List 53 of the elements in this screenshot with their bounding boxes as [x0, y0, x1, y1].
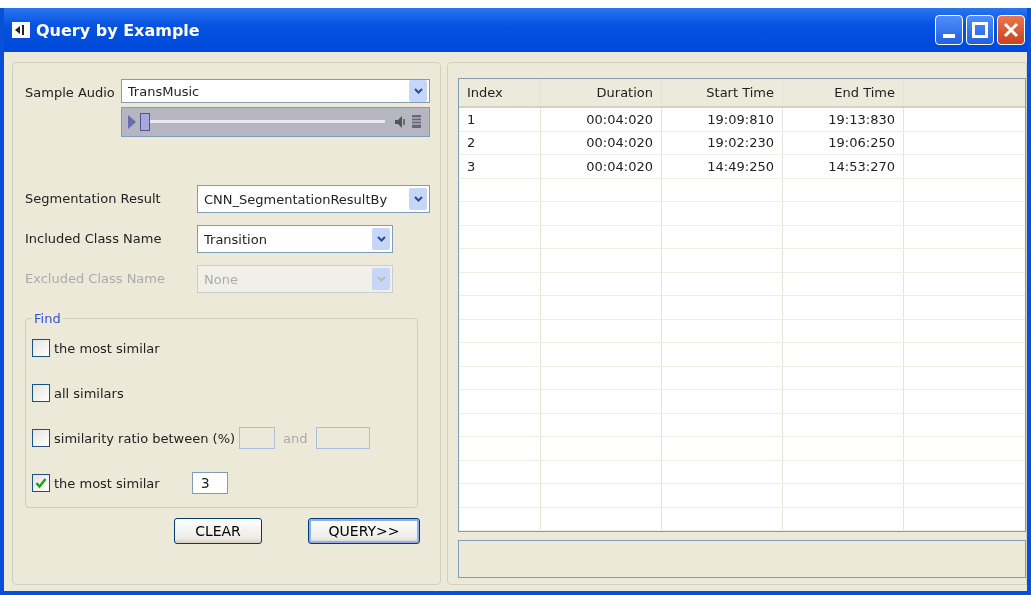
checkbox-label: the most similar [54, 475, 160, 491]
close-button[interactable] [997, 15, 1025, 45]
clear-button[interactable]: CLEAR [174, 518, 262, 544]
table-cell: 14:53:270 [783, 155, 904, 178]
table-cell: 3 [459, 155, 541, 178]
field-label: Segmentation Result [25, 190, 162, 208]
dropdown[interactable]: Transition [197, 225, 393, 253]
play-icon[interactable] [127, 115, 136, 129]
input-field[interactable] [315, 427, 370, 449]
column-header[interactable]: Start Time [662, 79, 783, 106]
field-label: Included Class Name [25, 230, 163, 248]
volume-icon[interactable] [395, 115, 407, 129]
caret-icon [372, 228, 390, 250]
maximize-icon [972, 22, 988, 38]
input-field[interactable]: 3 [191, 472, 228, 494]
table-cell: 19:06:250 [783, 131, 904, 154]
minimize-icon [943, 34, 955, 38]
checkbox[interactable] [32, 384, 50, 402]
column-header[interactable]: End Time [783, 79, 904, 106]
table-cell: 19:09:810 [662, 108, 783, 131]
field-label: Sample Audio [25, 84, 115, 102]
checkbox-label: all similars [54, 385, 124, 401]
field-label: Excluded Class Name [25, 270, 166, 288]
minimize-button[interactable] [935, 15, 963, 45]
slider-thumb[interactable] [139, 113, 150, 131]
window-title: Query by Example [36, 20, 201, 40]
table-cell: 00:04:020 [541, 155, 662, 178]
dropdown[interactable]: CNN_SegmentationResultBy [197, 185, 430, 213]
table-cell: 00:04:020 [541, 131, 662, 154]
checkbox-label: the most similar [54, 340, 160, 356]
and-label: and [283, 430, 308, 446]
caret-icon [372, 268, 390, 290]
checkbox[interactable] [32, 474, 50, 492]
column-header[interactable]: Duration [541, 79, 662, 106]
checkbox[interactable] [32, 429, 50, 447]
query-button[interactable]: QUERY>> [308, 518, 420, 544]
maximize-button[interactable] [966, 15, 994, 45]
column-header[interactable]: Index [459, 79, 541, 106]
table-cell: 14:49:250 [662, 155, 783, 178]
caret-icon [409, 188, 427, 210]
checkbox[interactable] [32, 339, 50, 357]
table-cell: 2 [459, 131, 541, 154]
table-cell: 1 [459, 108, 541, 131]
group-title: Find [33, 311, 62, 326]
close-icon [1003, 22, 1019, 38]
table-cell: 19:02:230 [662, 131, 783, 154]
table-cell: 00:04:020 [541, 108, 662, 131]
checkbox-label: similarity ratio between (%) [54, 430, 236, 446]
speaker-icon [12, 22, 30, 38]
input-field[interactable] [239, 427, 276, 449]
table-cell: 19:13:830 [783, 108, 904, 131]
caret-icon [409, 80, 427, 102]
dropdown[interactable]: TransMusic [120, 79, 430, 103]
